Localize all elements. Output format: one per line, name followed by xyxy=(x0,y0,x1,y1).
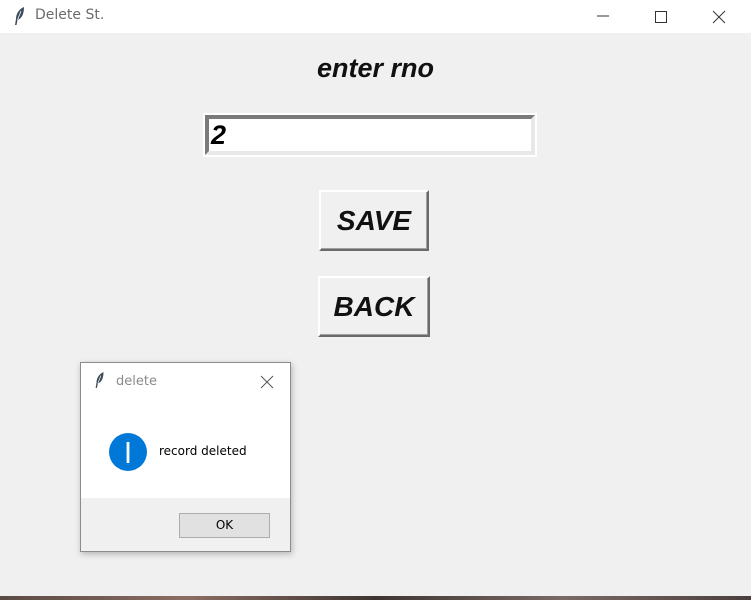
minimize-button[interactable] xyxy=(574,0,632,33)
dialog-message: record deleted xyxy=(159,444,247,458)
desktop-edge xyxy=(0,596,751,600)
close-button[interactable] xyxy=(690,0,748,33)
maximize-button[interactable] xyxy=(632,0,690,33)
save-button[interactable]: SAVE xyxy=(319,190,429,251)
dialog-title: delete xyxy=(116,374,157,389)
window-title: Delete St. xyxy=(35,7,105,23)
feather-icon xyxy=(95,372,104,388)
close-icon[interactable] xyxy=(259,374,275,390)
maximize-icon xyxy=(655,11,667,23)
dialog-body: record deleted xyxy=(81,399,290,498)
close-icon xyxy=(712,10,726,24)
message-dialog: delete record deleted OK xyxy=(80,362,291,552)
ok-button[interactable]: OK xyxy=(179,513,270,538)
dialog-footer: OK xyxy=(81,498,290,551)
info-icon xyxy=(109,433,147,471)
dialog-title-bar[interactable]: delete xyxy=(81,363,290,399)
minimize-icon xyxy=(597,15,609,17)
title-bar[interactable]: Delete St. xyxy=(0,0,751,33)
feather-icon xyxy=(15,7,24,25)
back-button[interactable]: BACK xyxy=(318,276,430,337)
rno-input[interactable]: 2 xyxy=(203,113,537,157)
main-window: Delete St. enter rno 2 SAVE BACK delete xyxy=(0,0,751,600)
rno-prompt-label: enter rno xyxy=(316,53,435,83)
